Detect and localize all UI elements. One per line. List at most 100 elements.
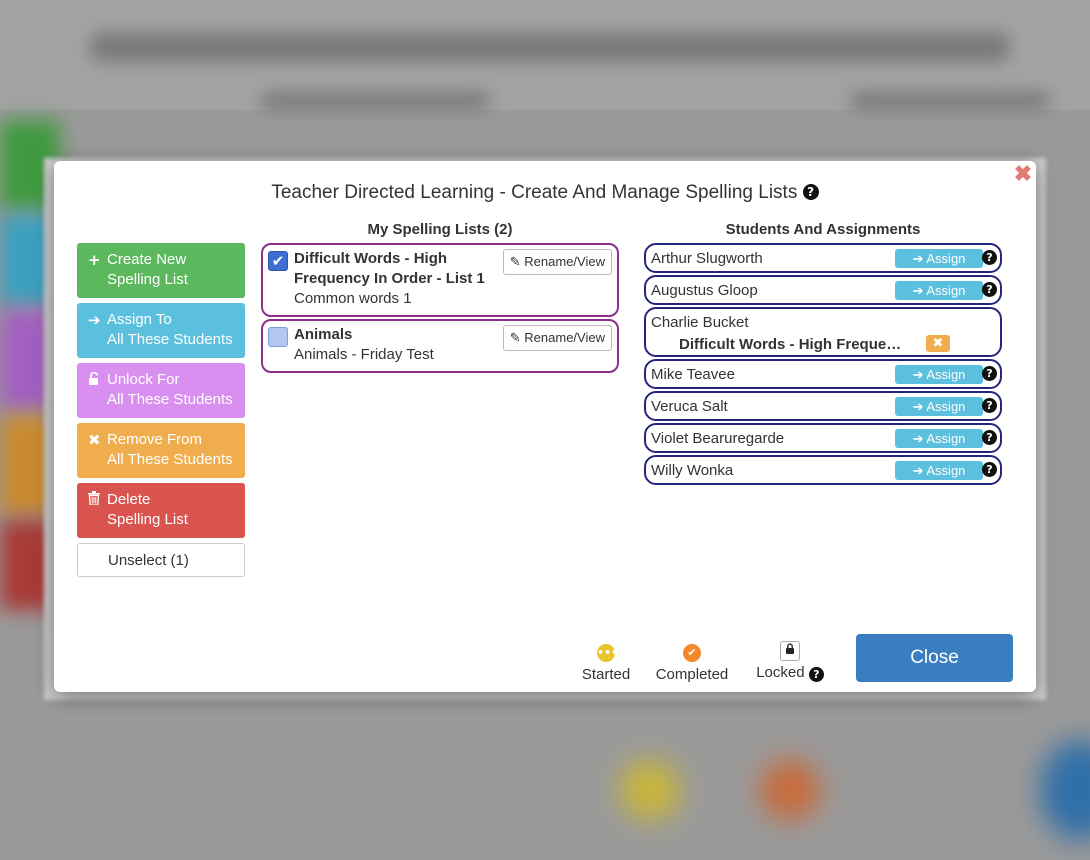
assign-line1: Assign To [107, 311, 172, 328]
unlock-for-all-button[interactable]: Unlock For All These Students [77, 363, 245, 418]
assign-button[interactable]: ➔ Assign [895, 281, 983, 300]
assign-label: Assign [926, 367, 966, 382]
assign-label: Assign [926, 431, 966, 446]
arrow-right-icon: ➔ [912, 431, 924, 446]
assign-label: Assign [926, 283, 966, 298]
assign-line2: All These Students [107, 331, 233, 348]
arrow-right-icon: ➔ [912, 283, 924, 298]
student-name: Charlie Bucket [651, 314, 749, 331]
pencil-icon: ✎ [509, 254, 521, 269]
student-row: Violet Bearuregarde ➔ Assign ? [644, 423, 1002, 453]
create-line2: Spelling List [107, 271, 188, 288]
list-item[interactable]: ✔ Difficult Words - High Frequency In Or… [261, 243, 619, 317]
assign-button[interactable]: ➔ Assign [895, 365, 983, 384]
lock-icon [780, 641, 800, 661]
unlock-line2: All These Students [107, 391, 233, 408]
delete-line1: Delete [107, 491, 151, 508]
action-buttons: + Create New Spelling List ➔ Assign To All… [77, 243, 245, 577]
modal-title: Teacher Directed Learning - Create And M… [54, 182, 1036, 204]
pencil-icon: ✎ [509, 330, 521, 345]
assign-button[interactable]: ➔ Assign [895, 461, 983, 480]
background-title-bar [90, 32, 1010, 62]
delete-line2: Spelling List [107, 511, 188, 528]
unlock-icon [88, 370, 107, 390]
arrow-right-icon: ➔ [88, 311, 101, 329]
background-orange-blob [760, 760, 820, 820]
remove-line2: All These Students [107, 451, 233, 468]
rename-label: Rename/View [524, 254, 605, 269]
help-icon[interactable]: ? [982, 250, 997, 265]
ellipsis-icon: ••• [597, 644, 618, 662]
delete-spelling-list-button[interactable]: Delete Spelling List [77, 483, 245, 538]
assign-button[interactable]: ➔ Assign [895, 249, 983, 268]
assign-button[interactable]: ➔ Assign [895, 397, 983, 416]
background-subtitle-bar [260, 92, 490, 110]
x-icon: ✖ [932, 336, 944, 351]
assign-label: Assign [926, 463, 966, 478]
checkmark-icon: ✔ [683, 644, 701, 662]
remove-from-all-button[interactable]: ✖ Remove From All These Students [77, 423, 245, 478]
unselect-button[interactable]: Unselect (1) [77, 543, 245, 577]
help-icon[interactable]: ? [982, 366, 997, 381]
legend-completed-label: Completed [655, 666, 729, 683]
list-subtitle: Common words 1 [294, 290, 412, 307]
student-name: Augustus Gloop [651, 282, 758, 299]
manage-spelling-lists-modal: ✖ Teacher Directed Learning - Create And… [54, 161, 1036, 692]
trash-icon [88, 490, 107, 510]
student-row: Arthur Slugworth ➔ Assign ? [644, 243, 1002, 273]
close-button[interactable]: Close [856, 634, 1013, 682]
student-name: Veruca Salt [651, 398, 728, 415]
arrow-right-icon: ➔ [912, 251, 924, 266]
rename-view-button[interactable]: ✎ Rename/View [502, 249, 612, 275]
student-row: Mike Teavee ➔ Assign ? [644, 359, 1002, 389]
assign-button[interactable]: ➔ Assign [895, 429, 983, 448]
arrow-right-icon: ➔ [912, 367, 924, 382]
help-icon[interactable]: ? [982, 282, 997, 297]
create-spelling-list-button[interactable]: + Create New Spelling List [77, 243, 245, 298]
student-name: Willy Wonka [651, 462, 734, 479]
list-title: Animals [294, 326, 353, 343]
checkbox-unchecked[interactable] [268, 327, 288, 347]
arrow-right-icon: ➔ [912, 463, 924, 478]
unlock-line1: Unlock For [107, 371, 180, 388]
students-list: Arthur Slugworth ➔ Assign ? Augustus Glo… [644, 243, 1002, 487]
remove-line1: Remove From [107, 431, 203, 448]
student-row: Veruca Salt ➔ Assign ? [644, 391, 1002, 421]
help-icon[interactable]: ? [982, 462, 997, 477]
assign-label: Assign [926, 399, 966, 414]
student-row: Willy Wonka ➔ Assign ? [644, 455, 1002, 485]
students-header: Students And Assignments [725, 221, 921, 238]
arrow-right-icon: ➔ [912, 399, 924, 414]
x-icon: ✖ [88, 431, 101, 449]
help-icon[interactable]: ? [802, 184, 819, 200]
list-item[interactable]: Animals Animals - Friday Test ✎ Rename/V… [261, 319, 619, 373]
assign-label: Assign [926, 251, 966, 266]
legend-locked: Locked ? [750, 641, 830, 682]
background-nav-bar [850, 92, 1050, 110]
lists-header: My Spelling Lists (2) [367, 221, 513, 238]
student-name: Mike Teavee [651, 366, 735, 383]
help-icon[interactable]: ? [982, 398, 997, 413]
unassign-button[interactable]: ✖ [926, 335, 950, 352]
modal-title-text: Teacher Directed Learning - Create And M… [271, 182, 798, 203]
legend-started-label: Started [581, 666, 631, 683]
legend-completed: ✔ Completed [652, 644, 732, 683]
student-row: Charlie Bucket Difficult Words - High Fr… [644, 307, 1002, 357]
rename-label: Rename/View [524, 330, 605, 345]
create-line1: Create New [107, 251, 187, 268]
help-icon[interactable]: ? [808, 667, 824, 682]
spelling-lists: ✔ Difficult Words - High Frequency In Or… [261, 243, 619, 375]
assign-to-all-button[interactable]: ➔ Assign To All These Students [77, 303, 245, 358]
help-icon[interactable]: ? [982, 430, 997, 445]
assigned-list-name: Difficult Words - High Frequency In Orde… [679, 336, 904, 353]
plus-icon: + [88, 251, 101, 269]
student-row: Augustus Gloop ➔ Assign ? [644, 275, 1002, 305]
student-name: Violet Bearuregarde [651, 430, 785, 447]
legend-started: ••• Started [576, 644, 636, 683]
rename-view-button[interactable]: ✎ Rename/View [502, 325, 612, 351]
checkbox-checked[interactable]: ✔ [268, 251, 288, 271]
background-yellow-blob [620, 760, 680, 820]
list-title: Difficult Words - High Frequency In Orde… [294, 250, 485, 287]
background-blue-blob [1040, 740, 1090, 840]
student-name: Arthur Slugworth [651, 250, 763, 267]
